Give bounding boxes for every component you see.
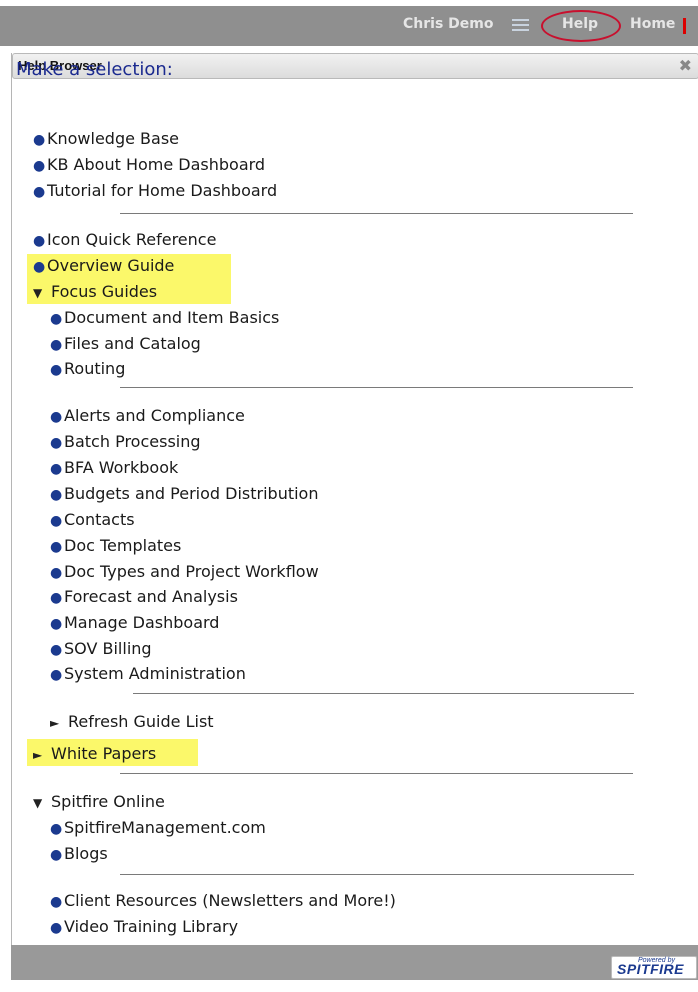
user-name[interactable]: Chris Demo xyxy=(403,16,493,32)
panel-footer: Powered by SPITFIRE xyxy=(11,945,698,980)
list-item[interactable]: ● Overview Guide xyxy=(33,256,174,275)
close-icon[interactable]: ✖ xyxy=(679,56,692,75)
spitfire-online-toggle[interactable]: ▼ Spitfire Online xyxy=(33,792,165,811)
help-link[interactable]: Help xyxy=(562,16,598,32)
bullet-icon: ● xyxy=(50,409,63,425)
expanded-triangle-icon: ▼ xyxy=(33,286,43,300)
list-item[interactable]: ● Blogs xyxy=(50,844,108,863)
list-item[interactable]: ● System Administration xyxy=(50,664,246,683)
bullet-icon: ● xyxy=(50,461,63,477)
spitfire-logo[interactable]: Powered by SPITFIRE xyxy=(611,956,697,979)
bullet-icon: ● xyxy=(33,184,46,200)
bullet-icon: ● xyxy=(50,616,63,632)
list-item[interactable]: ● Manage Dashboard xyxy=(50,613,219,632)
divider xyxy=(120,773,633,774)
bullet-icon: ● xyxy=(50,362,63,378)
bullet-icon: ● xyxy=(50,539,63,555)
list-item[interactable]: ● Files and Catalog xyxy=(50,334,201,353)
bullet-icon: ● xyxy=(33,158,46,174)
divider xyxy=(120,874,634,875)
collapsed-triangle-icon: ► xyxy=(33,748,43,762)
hamburger-menu-icon[interactable] xyxy=(512,19,529,32)
list-item[interactable]: ● Contacts xyxy=(50,510,135,529)
bullet-icon: ● xyxy=(33,132,46,148)
top-bar: Chris Demo Help Home xyxy=(0,6,698,46)
divider xyxy=(133,693,634,694)
bullet-icon: ● xyxy=(33,259,46,275)
bullet-icon: ● xyxy=(50,642,63,658)
list-item[interactable]: ● Doc Types and Project Workflow xyxy=(50,562,319,581)
bullet-icon: ● xyxy=(50,847,63,863)
bullet-icon: ● xyxy=(50,920,63,936)
home-link[interactable]: Home xyxy=(630,16,675,32)
bullet-icon: ● xyxy=(33,233,46,249)
bullet-icon: ● xyxy=(50,667,63,683)
bullet-icon: ● xyxy=(50,435,63,451)
bullet-icon: ● xyxy=(50,821,63,837)
list-item[interactable]: ● SpitfireManagement.com xyxy=(50,818,266,837)
bullet-icon: ● xyxy=(50,590,63,606)
list-item[interactable]: ● SOV Billing xyxy=(50,639,152,658)
home-indicator xyxy=(683,18,686,34)
list-item[interactable]: ● Knowledge Base xyxy=(33,129,179,148)
bullet-icon: ● xyxy=(50,565,63,581)
collapsed-triangle-icon: ► xyxy=(50,716,60,730)
list-item[interactable]: ● Batch Processing xyxy=(50,432,201,451)
bullet-icon: ● xyxy=(50,894,63,910)
bullet-icon: ● xyxy=(50,487,63,503)
list-item[interactable]: ● KB About Home Dashboard xyxy=(33,155,265,174)
white-papers-toggle[interactable]: ► White Papers xyxy=(33,744,156,763)
focus-guides-toggle[interactable]: ▼ Focus Guides xyxy=(33,282,157,301)
list-item[interactable]: ● Document and Item Basics xyxy=(50,308,279,327)
list-item[interactable]: ● Client Resources (Newsletters and More!… xyxy=(50,891,396,910)
bullet-icon: ● xyxy=(50,513,63,529)
list-item[interactable]: ● Icon Quick Reference xyxy=(33,230,216,249)
bullet-icon: ● xyxy=(50,311,63,327)
list-item[interactable]: ● Forecast and Analysis xyxy=(50,587,238,606)
refresh-guide-list[interactable]: ► Refresh Guide List xyxy=(50,712,214,731)
divider xyxy=(120,213,633,214)
expanded-triangle-icon: ▼ xyxy=(33,796,43,810)
list-item[interactable]: ● Budgets and Period Distribution xyxy=(50,484,318,503)
list-item[interactable]: ● Alerts and Compliance xyxy=(50,406,245,425)
bullet-icon: ● xyxy=(50,337,63,353)
list-item[interactable]: ● Routing xyxy=(50,359,125,378)
list-item[interactable]: ● Tutorial for Home Dashboard xyxy=(33,181,277,200)
list-item[interactable]: ● Video Training Library xyxy=(50,917,238,936)
make-selection-heading: Make a selection: xyxy=(16,59,173,80)
list-item[interactable]: ● BFA Workbook xyxy=(50,458,178,477)
divider xyxy=(120,387,633,388)
brand-text: SPITFIRE xyxy=(617,961,685,977)
list-item[interactable]: ● Doc Templates xyxy=(50,536,181,555)
